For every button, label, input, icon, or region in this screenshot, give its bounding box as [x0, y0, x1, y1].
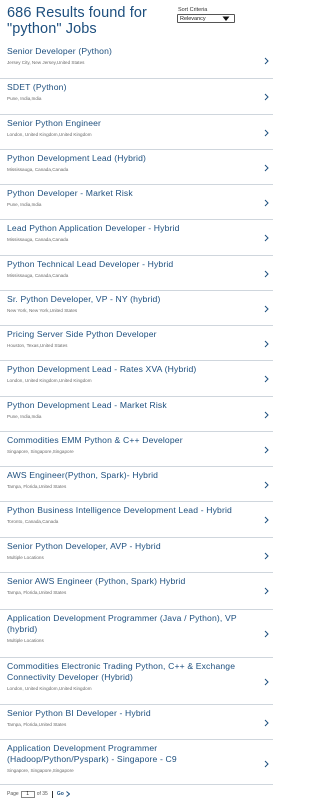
job-location: Houston, Texas,United States	[7, 343, 68, 348]
chevron-right-icon[interactable]	[264, 234, 269, 242]
job-location: Pune, India,India	[7, 414, 42, 419]
job-location: Pune, India,India	[7, 96, 42, 101]
job-title-link[interactable]: Senior Developer (Python)	[7, 46, 259, 57]
chevron-right-icon[interactable]	[264, 719, 269, 727]
chevron-right-icon[interactable]	[264, 760, 269, 768]
job-location: Mississauga, Canada,Canada	[7, 273, 69, 278]
sort-criteria-value: Relevancy	[180, 16, 206, 22]
job-title-link[interactable]: Python Business Intelligence Development…	[7, 505, 259, 516]
job-title-link[interactable]: Commodities Electronic Trading Python, C…	[7, 661, 259, 683]
job-list-item[interactable]: Sr. Python Developer, VP - NY (hybrid) N…	[0, 291, 273, 326]
job-list-item[interactable]: Python Developer - Market Risk Pune, Ind…	[0, 185, 273, 220]
page-label: Page	[7, 791, 19, 797]
job-list-item[interactable]: AWS Engineer(Python, Spark)- Hybrid Tamp…	[0, 467, 273, 502]
job-title-link[interactable]: AWS Engineer(Python, Spark)- Hybrid	[7, 470, 259, 481]
job-location: Singapore, Singapore,Singapore	[7, 768, 74, 773]
job-list-item[interactable]: Python Development Lead - Market Risk Pu…	[0, 397, 273, 432]
chevron-right-icon[interactable]	[264, 199, 269, 207]
job-list-item[interactable]: Senior AWS Engineer (Python, Spark) Hybr…	[0, 573, 273, 610]
job-location: New York, New York,United States	[7, 308, 78, 313]
chevron-right-icon[interactable]	[264, 129, 269, 137]
chevron-right-icon[interactable]	[264, 587, 269, 595]
job-location: Tampa, Florida,United States	[7, 722, 67, 727]
job-location: Multiple Locations	[7, 638, 44, 643]
job-list-item[interactable]: Senior Developer (Python) Jersey City, N…	[0, 43, 273, 79]
chevron-right-icon[interactable]	[264, 630, 269, 638]
job-location: Mississauga, Canada,Canada	[7, 167, 69, 172]
job-list-item[interactable]: Application Development Programmer (Java…	[0, 610, 273, 658]
chevron-right-icon[interactable]	[264, 375, 269, 383]
chevron-down-icon	[222, 16, 230, 21]
job-location: Tampa, Florida,United States	[7, 484, 67, 489]
job-location: London, United Kingdom,United Kingdom	[7, 378, 92, 383]
job-title-link[interactable]: Commodities EMM Python & C++ Developer	[7, 435, 259, 446]
job-location: Singapore, Singapore,Singapore	[7, 449, 74, 454]
chevron-right-icon[interactable]	[264, 516, 269, 524]
job-list-item[interactable]: Commodities EMM Python & C++ Developer S…	[0, 432, 273, 467]
job-list: Senior Developer (Python) Jersey City, N…	[0, 43, 280, 785]
job-list-item[interactable]: Python Technical Lead Developer - Hybrid…	[0, 256, 273, 291]
page-number-input[interactable]: 1	[20, 790, 35, 798]
sort-criteria-select[interactable]: Relevancy	[177, 14, 235, 23]
chevron-right-icon[interactable]	[264, 270, 269, 278]
chevron-right-icon[interactable]	[264, 93, 269, 101]
chevron-right-icon[interactable]	[264, 57, 269, 65]
job-title-link[interactable]: Senior Python Developer, AVP - Hybrid	[7, 541, 259, 552]
chevron-right-icon[interactable]	[264, 446, 269, 454]
job-list-item[interactable]: Application Development Programmer (Hado…	[0, 740, 273, 785]
job-list-item[interactable]: Senior Python Engineer London, United Ki…	[0, 115, 273, 150]
chevron-right-icon[interactable]	[264, 305, 269, 313]
chevron-right-icon[interactable]	[264, 481, 269, 489]
job-location: Jersey City, New Jersey,United States	[7, 60, 85, 65]
results-title: 686 Results found for "python" Jobs	[7, 5, 147, 37]
job-title-link[interactable]: Python Technical Lead Developer - Hybrid	[7, 259, 259, 270]
chevron-right-icon[interactable]	[264, 678, 269, 686]
job-list-item[interactable]: Python Business Intelligence Development…	[0, 502, 273, 538]
job-list-item[interactable]: Commodities Electronic Trading Python, C…	[0, 658, 273, 705]
job-list-item[interactable]: Pricing Server Side Python Developer Hou…	[0, 326, 273, 361]
job-title-link[interactable]: Pricing Server Side Python Developer	[7, 329, 259, 340]
page-total: of 35	[36, 791, 48, 797]
job-title-link[interactable]: Sr. Python Developer, VP - NY (hybrid)	[7, 294, 259, 305]
job-location: Mississauga, Canada,Canada	[7, 237, 69, 242]
job-title-link[interactable]: Lead Python Application Developer - Hybr…	[7, 223, 259, 234]
job-title-link[interactable]: Python Development Lead - Rates XVA (Hyb…	[7, 364, 259, 375]
chevron-right-icon[interactable]	[264, 411, 269, 419]
chevron-right-icon[interactable]	[264, 552, 269, 560]
job-list-item[interactable]: SDET (Python) Pune, India,India	[0, 79, 273, 115]
job-location: Toronto, Canada,Canada	[7, 519, 59, 524]
job-title-link[interactable]: Senior Python Engineer	[7, 118, 259, 129]
chevron-right-icon[interactable]	[65, 791, 70, 797]
job-title-link[interactable]: SDET (Python)	[7, 82, 259, 93]
chevron-right-icon[interactable]	[264, 164, 269, 172]
job-title-link[interactable]: Senior Python BI Developer - Hybrid	[7, 708, 259, 719]
job-list-item[interactable]: Python Development Lead - Rates XVA (Hyb…	[0, 361, 273, 397]
job-location: London, United Kingdom,United Kingdom	[7, 132, 92, 137]
job-location: Pune, India,India	[7, 202, 42, 207]
job-title-link[interactable]: Python Development Lead - Market Risk	[7, 400, 259, 411]
job-location: Multiple Locations	[7, 555, 44, 560]
job-list-item[interactable]: Lead Python Application Developer - Hybr…	[0, 220, 273, 256]
sort-criteria-label: Sort Criteria	[178, 7, 208, 13]
pager-divider	[51, 790, 53, 798]
results-header: 686 Results found for "python" Jobs Sort…	[0, 0, 280, 42]
pagination: Page 1 of 35 Go	[7, 790, 70, 798]
job-title-link[interactable]: Senior AWS Engineer (Python, Spark) Hybr…	[7, 576, 259, 587]
job-title-link[interactable]: Python Developer - Market Risk	[7, 188, 259, 199]
job-list-item[interactable]: Senior Python BI Developer - Hybrid Tamp…	[0, 705, 273, 740]
job-title-link[interactable]: Python Development Lead (Hybrid)	[7, 153, 259, 164]
job-title-link[interactable]: Application Development Programmer (Hado…	[7, 743, 259, 765]
job-list-item[interactable]: Senior Python Developer, AVP - Hybrid Mu…	[0, 538, 273, 573]
job-title-link[interactable]: Application Development Programmer (Java…	[7, 613, 259, 635]
job-list-item[interactable]: Python Development Lead (Hybrid) Mississ…	[0, 150, 273, 185]
job-location: London, United Kingdom,United Kingdom	[7, 686, 92, 691]
chevron-right-icon[interactable]	[264, 340, 269, 348]
job-location: Tampa, Florida,United States	[7, 590, 67, 595]
go-button[interactable]: Go	[57, 791, 64, 797]
